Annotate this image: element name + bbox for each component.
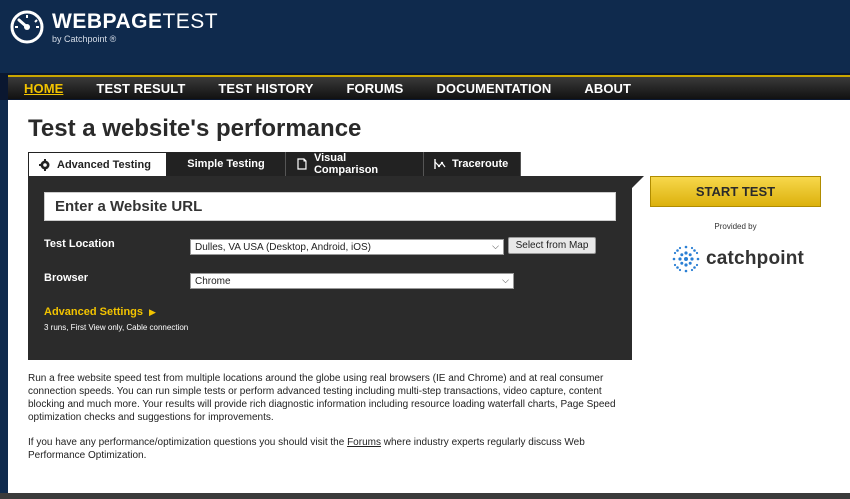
- help-text: If you have any performance/optimization…: [28, 437, 585, 461]
- test-location-label: Test Location: [44, 238, 115, 250]
- start-test-button[interactable]: START TEST: [650, 176, 821, 207]
- nav-item-test-result[interactable]: TEST RESULT: [96, 81, 185, 96]
- nav-item-documentation[interactable]: DOCUMENTATION: [436, 81, 551, 96]
- footer-band: [0, 493, 850, 499]
- triangle-right-icon: ▶: [149, 307, 156, 317]
- logo-text: WEBPAGETEST by Catchpoint ®: [52, 11, 218, 44]
- tab-visual-comparison[interactable]: Visual Comparison: [286, 152, 424, 176]
- main-content: Test a website's performance Advanced Te…: [8, 100, 850, 493]
- webpagetest-logo[interactable]: WEBPAGETEST by Catchpoint ®: [10, 10, 218, 44]
- tab-simple-testing[interactable]: Simple Testing: [167, 152, 286, 176]
- test-location-value: Dulles, VA USA (Desktop, Android, iOS): [195, 241, 372, 253]
- logo-subtitle: by Catchpoint ®: [52, 33, 117, 44]
- main-nav: HOME TEST RESULT TEST HISTORY FORUMS DOC…: [8, 75, 850, 99]
- browser-value: Chrome: [195, 275, 231, 287]
- nav-item-test-history[interactable]: TEST HISTORY: [218, 81, 313, 96]
- tab-label: Advanced Testing: [57, 158, 151, 171]
- browser-select[interactable]: Chrome ⌵: [190, 273, 514, 289]
- logo-title: WEBPAGETEST: [52, 9, 219, 33]
- nav-item-home[interactable]: HOME: [24, 81, 63, 96]
- advanced-settings-toggle[interactable]: Advanced Settings ▶: [44, 306, 156, 318]
- chevron-down-icon: ⌵: [502, 275, 509, 285]
- document-icon: [297, 158, 307, 170]
- catchpoint-globe-icon: [672, 245, 700, 273]
- url-input[interactable]: [44, 192, 616, 221]
- tab-label: Simple Testing: [187, 158, 265, 170]
- tab-label: Traceroute: [452, 158, 509, 170]
- nav-item-about[interactable]: ABOUT: [584, 81, 631, 96]
- forums-link[interactable]: Forums: [347, 437, 381, 448]
- browser-label: Browser: [44, 272, 89, 284]
- test-type-tabs: Advanced Testing Simple Testing Visual C…: [28, 152, 521, 176]
- page-title: Test a website's performance: [28, 115, 362, 142]
- speedometer-icon: [10, 10, 44, 44]
- tab-label: Visual Comparison: [313, 152, 379, 176]
- panel-notch: [632, 176, 644, 188]
- catchpoint-logo[interactable]: catchpoint: [670, 243, 804, 275]
- chevron-down-icon: ⌵: [492, 241, 499, 251]
- tab-advanced-testing[interactable]: Advanced Testing: [28, 152, 167, 176]
- test-location-select[interactable]: Dulles, VA USA (Desktop, Android, iOS) ⌵: [190, 239, 504, 255]
- traceroute-icon: [434, 159, 446, 169]
- nav-item-forums[interactable]: FORUMS: [347, 81, 404, 96]
- intro-description: Run a free website speed test from multi…: [28, 373, 616, 423]
- gear-icon: [39, 158, 50, 171]
- provided-by-label: Provided by: [714, 222, 757, 231]
- advanced-testing-panel: Test Location Dulles, VA USA (Desktop, A…: [28, 176, 632, 360]
- site-header: WEBPAGETEST by Catchpoint ®: [0, 0, 850, 75]
- select-from-map-button[interactable]: Select from Map: [508, 237, 596, 254]
- catchpoint-name: catchpoint: [706, 248, 805, 269]
- tab-traceroute[interactable]: Traceroute: [424, 152, 521, 176]
- advanced-settings-summary: 3 runs, First View only, Cable connectio…: [44, 323, 189, 332]
